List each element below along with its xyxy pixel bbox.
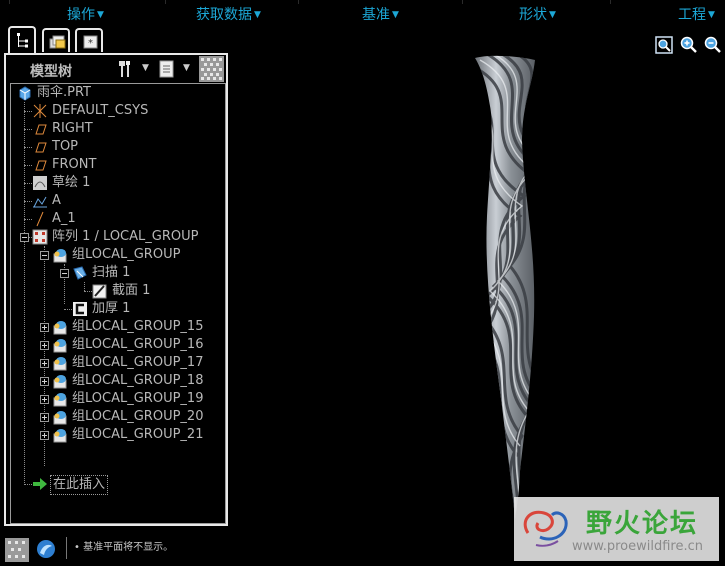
watermark-title: 野火论坛 [586,509,699,539]
tree-connector [24,484,32,485]
expand-toggle[interactable] [40,359,49,368]
group-icon [53,249,67,263]
tree-connector [64,309,72,310]
group-icon [53,393,67,407]
favorites-icon: * [83,35,98,49]
menu-datum[interactable]: 基准 ▼ [362,4,399,24]
datum-plane-icon [35,160,47,171]
menu-separator [9,0,10,4]
group-icon [53,429,67,443]
pattern-icon [32,229,48,245]
tree-connector [24,219,32,220]
tree-connector [24,102,25,485]
chevron-down-icon[interactable]: ▼ [142,63,149,73]
datum-axis-icon [36,211,44,227]
section-icon [92,284,107,299]
watermark-logo [523,510,568,547]
refit-icon[interactable] [655,36,673,54]
collapse-toggle[interactable] [40,251,49,260]
menu-operations[interactable]: 操作 ▼ [67,4,104,24]
collapse-toggle[interactable] [20,233,29,242]
watermark-url: www.proewildfire.cn [572,539,703,554]
zoom-in-icon[interactable] [680,36,698,54]
menu-separator [298,0,299,4]
datum-plane-icon [35,142,47,153]
tree-connector [24,129,32,130]
datum-point-icon [33,196,47,208]
tree-connector [24,165,32,166]
status-divider [66,537,67,559]
sketch-icon [33,176,47,190]
settings-tools-icon[interactable] [116,59,136,79]
filter-grid-icon[interactable] [199,56,224,82]
tab-folder-browser[interactable] [42,28,70,52]
expand-toggle[interactable] [40,431,49,440]
svg-text:*: * [88,38,93,49]
expand-toggle[interactable] [40,413,49,422]
panel-title: 模型树 [30,64,72,80]
graphics-window[interactable] [232,26,725,531]
chevron-down-icon[interactable]: ▼ [183,63,190,73]
tree-connector [84,291,92,292]
tab-favorites[interactable]: * [75,28,103,52]
zoom-out-icon[interactable] [704,36,722,54]
status-message: • 基准平面将不显示。 [74,542,174,553]
menu-shapes[interactable]: 形状 ▼ [519,4,556,24]
expand-toggle[interactable] [40,395,49,404]
show-list-icon[interactable] [158,59,176,79]
model-tree-panel: 模型树 ▼ ▼ 雨伞.PRT DEFAULT_CSYS RIGHT TOP FR… [4,53,228,526]
twisted-umbrella-model [475,55,535,519]
menu-get-data[interactable]: 获取数据 ▼ [196,4,261,24]
expand-toggle[interactable] [40,323,49,332]
sweep-icon [73,266,87,280]
model-tree-icon [17,33,28,48]
menu-separator [610,0,611,4]
tree-connector [24,147,32,148]
group-icon [53,411,67,425]
group-icon [53,375,67,389]
menu-separator [462,0,463,4]
browser-toggle-icon[interactable] [35,538,57,560]
model-tree: 雨伞.PRT DEFAULT_CSYS RIGHT TOP FRONT 草绘 1 [10,83,226,524]
tree-connector [24,201,32,202]
part-icon [19,86,31,101]
menu-separator [165,0,166,4]
coordinate-system-icon [33,104,47,118]
menu-engineering[interactable]: 工程 ▼ [678,4,715,24]
selection-filter-icon[interactable] [5,538,29,562]
expand-toggle[interactable] [40,377,49,386]
insert-arrow-icon [33,478,47,490]
folder-icon [49,35,66,49]
datum-plane-icon [35,124,47,135]
expand-toggle[interactable] [40,341,49,350]
tree-connector [24,111,32,112]
tab-model-tree[interactable] [8,26,36,54]
group-icon [53,339,67,353]
forum-watermark: 野火论坛 www.proewildfire.cn [514,497,719,561]
menu-bar: 操作 ▼ 获取数据 ▼ 基准 ▼ 形状 ▼ 工程 ▼ [0,0,725,26]
tree-connector [84,282,85,291]
collapse-toggle[interactable] [60,269,69,278]
group-icon [53,321,67,335]
thicken-icon [73,302,87,316]
tree-connector [24,183,32,184]
group-icon [53,357,67,371]
